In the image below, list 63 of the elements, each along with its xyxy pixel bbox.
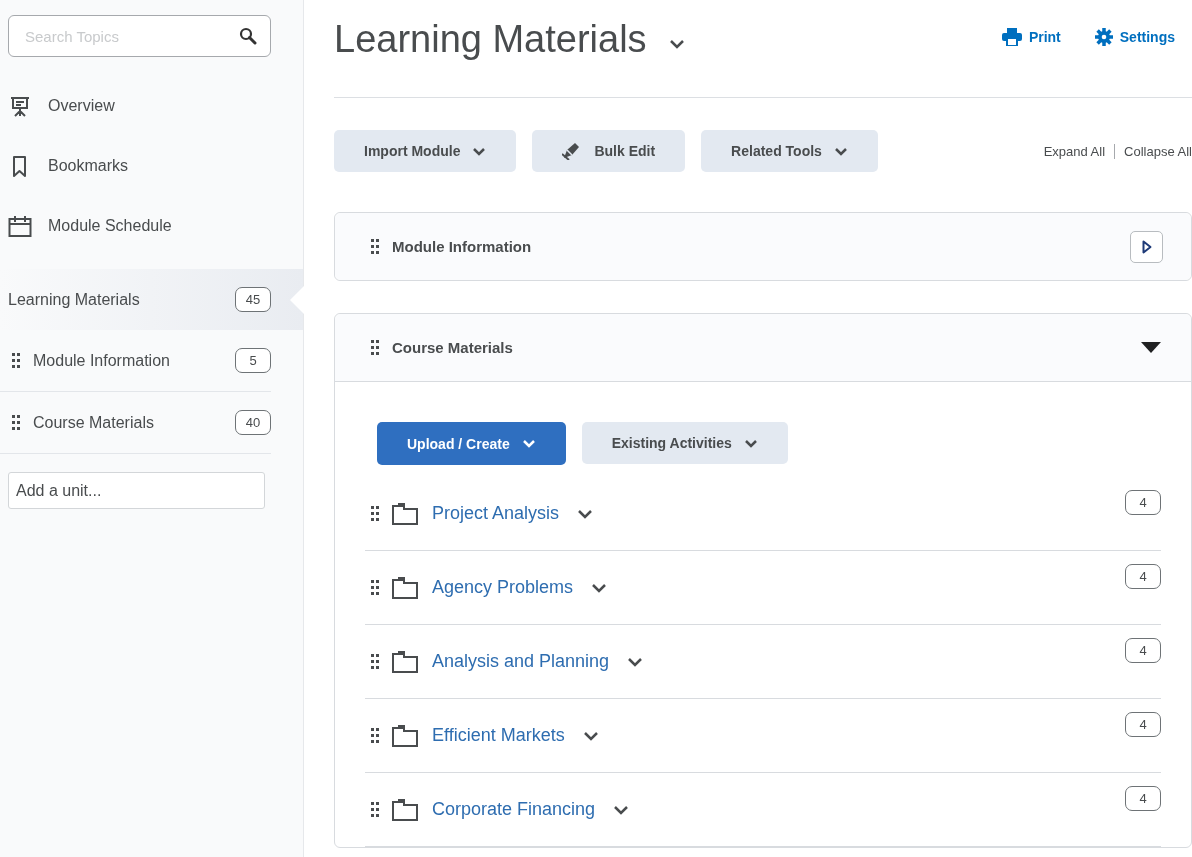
count-badge: 4 — [1125, 638, 1161, 663]
drag-handle-icon[interactable] — [371, 340, 380, 355]
caret-icon[interactable] — [668, 39, 685, 49]
chevron-down-icon[interactable] — [613, 804, 630, 815]
count-badge: 5 — [235, 348, 271, 373]
chevron-down-icon — [472, 146, 487, 156]
drag-handle-icon[interactable] — [371, 728, 380, 743]
folder-icon — [392, 576, 418, 599]
settings-link[interactable]: Settings — [1094, 28, 1175, 46]
print-link[interactable]: Print — [1001, 28, 1061, 46]
drag-handle-icon[interactable] — [371, 802, 380, 817]
upload-create-button[interactable]: Upload / Create — [377, 422, 566, 465]
count-badge: 4 — [1125, 564, 1161, 589]
expand-all-link[interactable]: Expand All — [1043, 143, 1106, 159]
unit-item[interactable]: Module Information 5 — [0, 330, 271, 392]
folder-icon — [392, 650, 418, 673]
bulk-edit-button[interactable]: Bulk Edit — [532, 130, 686, 172]
drag-handle-icon[interactable] — [371, 654, 380, 669]
expand-button[interactable] — [1130, 230, 1163, 263]
folder-icon — [392, 798, 418, 821]
count-badge: 4 — [1125, 490, 1161, 515]
unit-item[interactable]: Course Materials 40 — [0, 392, 271, 454]
count-badge: 4 — [1125, 712, 1161, 737]
folder-link[interactable]: Project Analysis — [432, 503, 560, 524]
calendar-icon — [8, 214, 32, 238]
chevron-down-icon — [521, 439, 536, 448]
nav-item[interactable]: Module Schedule — [0, 196, 303, 256]
module-title: Module Information — [392, 238, 533, 255]
drag-handle-icon[interactable] — [371, 239, 380, 254]
page-title: Learning Materials — [334, 17, 647, 61]
triangle-icon — [1141, 239, 1152, 254]
collapse-all-link[interactable]: Collapse All — [1124, 143, 1192, 159]
folder-icon — [392, 724, 418, 747]
nav-item[interactable]: Bookmarks — [0, 136, 303, 196]
chevron-down-icon — [833, 146, 848, 156]
count-badge: 40 — [235, 410, 271, 435]
collapse-triangle-icon[interactable] — [1141, 342, 1161, 353]
folder-link[interactable]: Agency Problems — [432, 577, 574, 598]
chevron-down-icon — [743, 438, 758, 448]
count-badge: 45 — [235, 287, 271, 312]
chevron-down-icon[interactable] — [627, 656, 644, 667]
chevron-down-icon[interactable] — [582, 730, 599, 741]
module-title: Course Materials — [392, 339, 514, 356]
drag-handle-icon[interactable] — [12, 353, 21, 368]
folder-link[interactable]: Analysis and Planning — [432, 651, 610, 672]
menu-button[interactable]: Related Tools — [701, 130, 878, 172]
count-badge: 4 — [1125, 786, 1161, 811]
folder-link[interactable]: Corporate Financing — [432, 799, 596, 820]
printer-icon — [1001, 28, 1022, 46]
drag-handle-icon[interactable] — [371, 506, 380, 521]
folder-icon — [392, 502, 418, 525]
chevron-down-icon[interactable] — [577, 508, 594, 519]
menu-button[interactable]: Import Module — [334, 130, 517, 172]
chevron-down-icon[interactable] — [591, 582, 608, 593]
presentation-icon — [8, 94, 32, 118]
drag-handle-icon[interactable] — [371, 580, 380, 595]
menu-button[interactable]: Existing Activities — [581, 422, 788, 464]
drag-handle-icon[interactable] — [12, 415, 21, 430]
add-unit-field[interactable]: Add a unit... — [8, 472, 265, 509]
search-icon[interactable] — [239, 27, 257, 45]
settings-icon — [1094, 28, 1113, 46]
folder-link[interactable]: Efficient Markets — [432, 725, 565, 746]
nav-item[interactable]: Overview — [0, 76, 303, 136]
